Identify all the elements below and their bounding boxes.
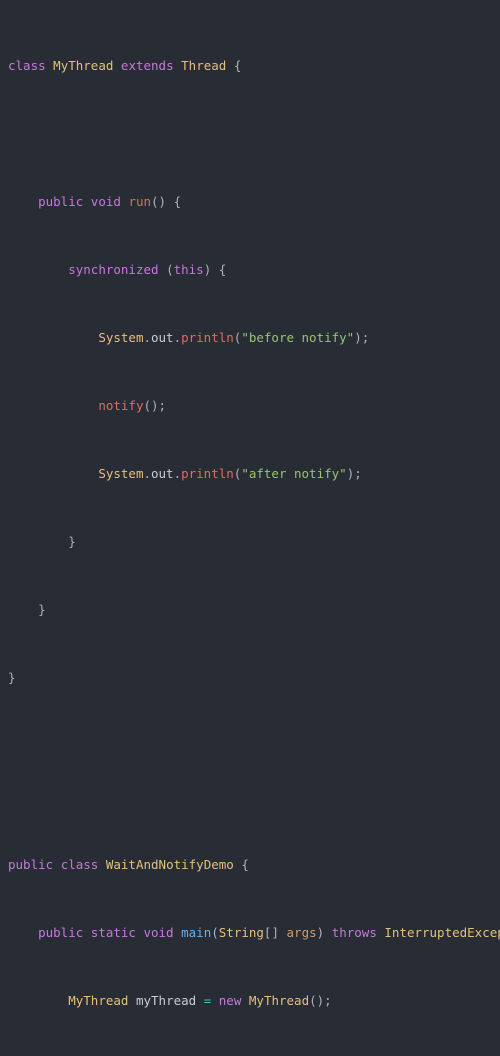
code-line: synchronized (this) {: [68, 262, 227, 277]
code-block[interactable]: class MyThread extends Thread { public v…: [0, 0, 500, 1008]
code-line: }: [8, 670, 16, 685]
code-line: class MyThread extends Thread {: [8, 58, 242, 73]
code-line: public class WaitAndNotifyDemo {: [8, 857, 249, 872]
code-line: }: [68, 534, 76, 549]
code-line: public void run() {: [38, 194, 182, 209]
code-line: MyThread myThread = new MyThread();: [68, 993, 332, 1008]
code-line: public static void main(String[] args) t…: [38, 925, 500, 940]
code-line: System.out.println("before notify");: [98, 330, 370, 345]
code-line: System.out.println("after notify");: [98, 466, 362, 481]
code-line: notify();: [98, 398, 167, 413]
code-line: }: [38, 602, 46, 617]
